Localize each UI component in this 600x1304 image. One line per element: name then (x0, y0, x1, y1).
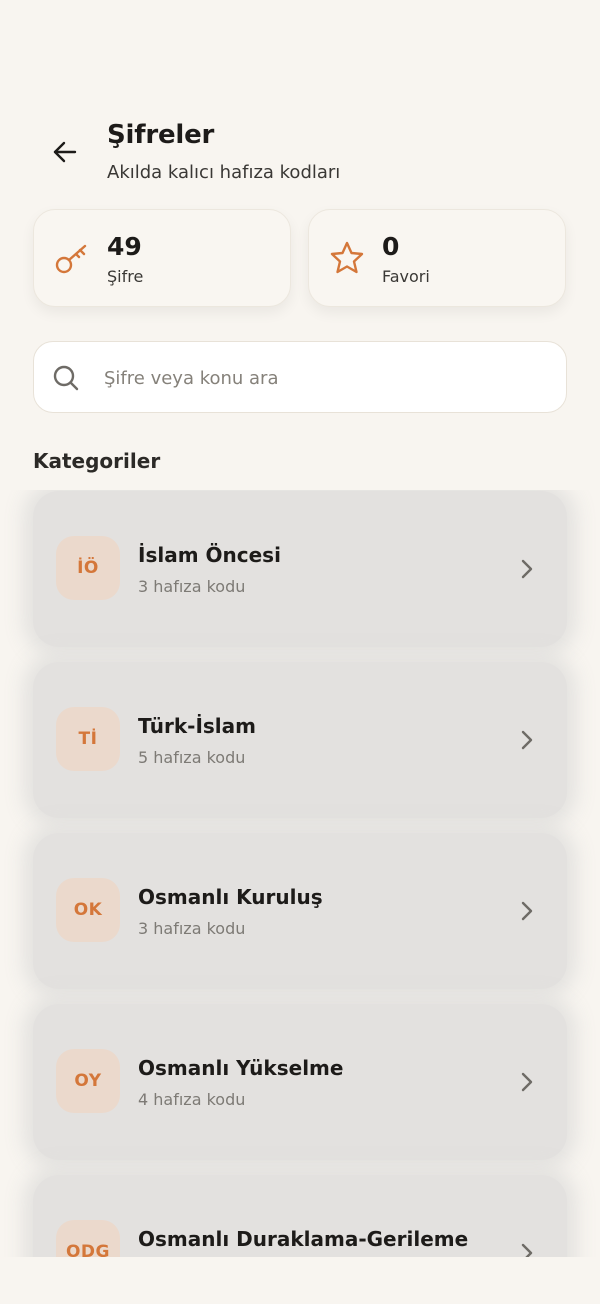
header: Şifreler Akılda kalıcı hafıza kodları (0, 112, 600, 192)
chevron-right-icon (521, 1243, 533, 1257)
category-list: İÖ İslam Öncesi 3 hafıza kodu Tİ Türk-İs… (0, 490, 600, 1257)
category-badge: İÖ (56, 536, 120, 600)
category-count: 3 hafıza kodu (138, 919, 246, 938)
section-title: Kategoriler (33, 449, 161, 473)
category-name: Osmanlı Kuruluş (138, 885, 323, 909)
category-name: Osmanlı Yükselme (138, 1056, 344, 1080)
category-item[interactable]: OK Osmanlı Kuruluş 3 hafıza kodu (33, 833, 567, 989)
chevron-right-icon (521, 730, 533, 750)
category-item[interactable]: İÖ İslam Öncesi 3 hafıza kodu (33, 491, 567, 647)
key-icon (55, 244, 87, 274)
category-count: 4 hafıza kodu (138, 1090, 246, 1109)
category-badge: Tİ (56, 707, 120, 771)
page-subtitle: Akılda kalıcı hafıza kodları (107, 162, 341, 183)
search-icon (53, 365, 79, 391)
arrow-left-icon (53, 141, 77, 163)
category-count: 3 hafıza kodu (138, 577, 246, 596)
stat-value: 49 (107, 232, 142, 261)
category-badge: OK (56, 878, 120, 942)
search-input[interactable] (104, 360, 544, 396)
category-badge: OY (56, 1049, 120, 1113)
category-name: Osmanlı Duraklama-Gerileme (138, 1227, 469, 1251)
category-item[interactable]: OY Osmanlı Yükselme 4 hafıza kodu (33, 1004, 567, 1160)
category-item[interactable]: Tİ Türk-İslam 5 hafıza kodu (33, 662, 567, 818)
category-badge: ODG (56, 1220, 120, 1257)
stat-label: Favori (382, 267, 430, 286)
chevron-right-icon (521, 901, 533, 921)
search-box (33, 341, 567, 413)
screen: Şifreler Akılda kalıcı hafıza kodları 49… (0, 0, 600, 1304)
category-name: İslam Öncesi (138, 543, 281, 567)
page-title: Şifreler (107, 120, 215, 150)
stat-label: Şifre (107, 267, 144, 286)
stat-card-favorites[interactable]: 0 Favori (308, 209, 566, 307)
category-item[interactable]: ODG Osmanlı Duraklama-Gerileme (33, 1175, 567, 1257)
stat-card-passwords[interactable]: 49 Şifre (33, 209, 291, 307)
category-name: Türk-İslam (138, 714, 256, 738)
stat-value: 0 (382, 232, 400, 261)
category-count: 5 hafıza kodu (138, 748, 246, 767)
chevron-right-icon (521, 1072, 533, 1092)
star-icon (330, 241, 364, 274)
back-button[interactable] (43, 130, 87, 174)
chevron-right-icon (521, 559, 533, 579)
